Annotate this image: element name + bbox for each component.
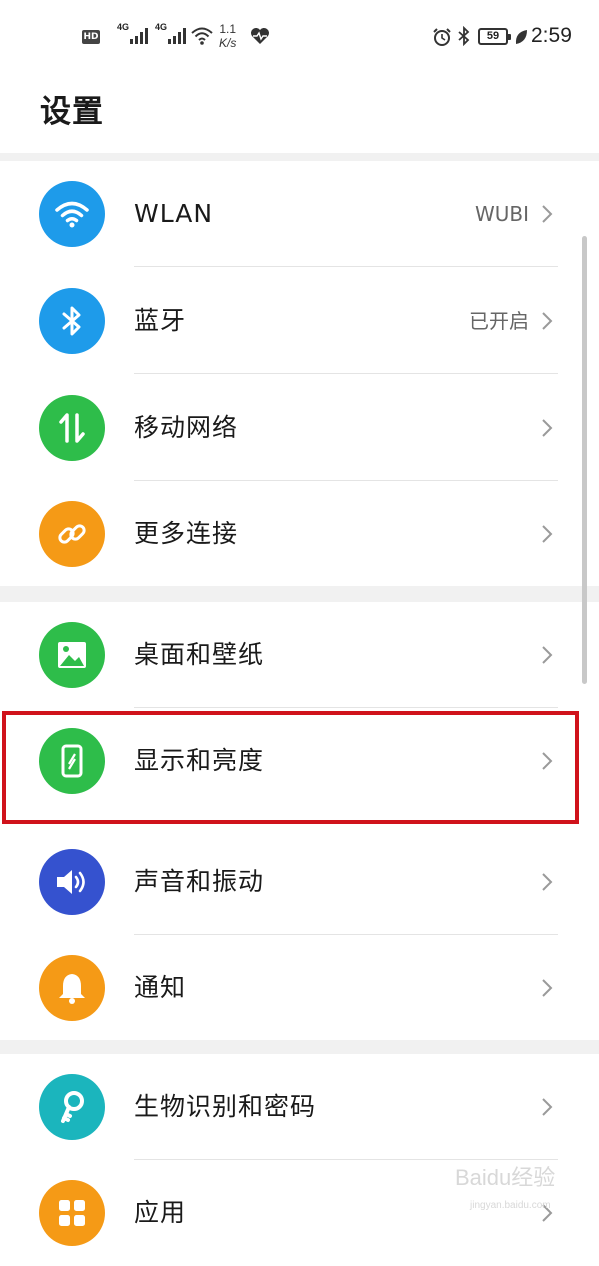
chevron-right-icon bbox=[542, 1098, 553, 1116]
leaf-icon bbox=[515, 30, 527, 44]
speed-unit: K/s bbox=[219, 36, 237, 50]
mobile-data-icon bbox=[39, 395, 105, 461]
watermark-url: jingyan.baidu.com bbox=[470, 1200, 551, 1211]
setting-row-bluetooth[interactable]: 蓝牙 已开启 bbox=[0, 268, 599, 374]
display-icon bbox=[39, 728, 105, 794]
apps-icon bbox=[39, 1180, 105, 1246]
setting-label: 声音和振动 bbox=[134, 867, 265, 896]
setting-label: 桌面和壁纸 bbox=[134, 640, 265, 669]
sound-icon bbox=[39, 849, 105, 915]
bluetooth-icon bbox=[39, 288, 105, 354]
setting-row-display[interactable]: 显示和亮度 bbox=[0, 708, 599, 814]
wifi-status-icon bbox=[191, 27, 213, 45]
group-separator bbox=[0, 1040, 599, 1054]
setting-value: WUBI bbox=[474, 202, 529, 226]
divider bbox=[134, 373, 558, 374]
setting-row-more-connections[interactable]: 更多连接 bbox=[0, 481, 599, 587]
chevron-right-icon bbox=[542, 979, 553, 997]
chevron-right-icon bbox=[542, 205, 553, 223]
heart-rate-icon bbox=[251, 28, 269, 44]
wallpaper-icon bbox=[39, 622, 105, 688]
setting-label: 应用 bbox=[134, 1198, 187, 1227]
setting-row-notifications[interactable]: 通知 bbox=[0, 935, 599, 1041]
network-speed: 1.1 K/s bbox=[219, 22, 236, 50]
bell-icon bbox=[39, 955, 105, 1021]
status-bar: HD 4G 4G 1.1 K/s 59 2:59 bbox=[0, 0, 599, 76]
link-icon bbox=[39, 501, 105, 567]
setting-label: 显示和亮度 bbox=[134, 746, 265, 775]
setting-row-biometrics[interactable]: 生物识别和密码 bbox=[0, 1054, 599, 1160]
network-type-1: 4G bbox=[117, 22, 130, 32]
chevron-right-icon bbox=[542, 646, 553, 664]
bluetooth-status-icon bbox=[458, 26, 470, 46]
setting-label: WLAN bbox=[134, 199, 214, 228]
setting-label: 移动网络 bbox=[134, 413, 239, 442]
divider bbox=[134, 266, 558, 267]
chevron-right-icon bbox=[542, 752, 553, 770]
key-icon bbox=[39, 1074, 105, 1140]
setting-row-sound[interactable]: 声音和振动 bbox=[0, 829, 599, 935]
setting-row-wlan[interactable]: WLAN WUBI bbox=[0, 161, 599, 267]
setting-label: 生物识别和密码 bbox=[134, 1092, 317, 1121]
setting-label: 更多连接 bbox=[134, 519, 239, 548]
setting-row-wallpaper[interactable]: 桌面和壁纸 bbox=[0, 602, 599, 708]
group-separator bbox=[0, 586, 599, 602]
setting-value: 已开启 bbox=[469, 309, 529, 333]
group-separator bbox=[0, 153, 599, 161]
chevron-right-icon bbox=[542, 312, 553, 330]
setting-label: 通知 bbox=[134, 973, 187, 1002]
clock: 2:59 bbox=[531, 24, 572, 47]
wifi-icon bbox=[39, 181, 105, 247]
speed-value: 1.1 bbox=[219, 22, 237, 36]
battery-icon: 59 bbox=[478, 28, 511, 45]
chevron-right-icon bbox=[542, 525, 553, 543]
chevron-right-icon bbox=[542, 419, 553, 437]
page-title: 设置 bbox=[40, 94, 104, 130]
setting-row-mobile-network[interactable]: 移动网络 bbox=[0, 375, 599, 481]
signal-icon-2 bbox=[168, 28, 186, 44]
signal-icon-1 bbox=[130, 28, 148, 44]
watermark: Baidu经验 bbox=[455, 1165, 556, 1190]
chevron-right-icon bbox=[542, 873, 553, 891]
hd-badge: HD bbox=[82, 30, 100, 44]
setting-label: 蓝牙 bbox=[134, 306, 187, 335]
alarm-icon bbox=[433, 28, 451, 46]
network-type-2: 4G bbox=[155, 22, 168, 32]
scrollbar[interactable] bbox=[582, 236, 587, 684]
